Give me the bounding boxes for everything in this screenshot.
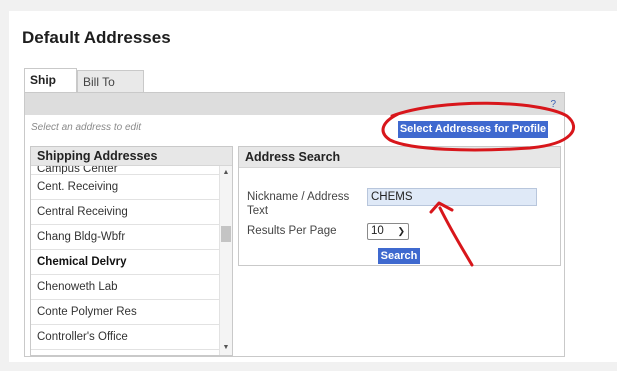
search-button[interactable]: Search — [378, 248, 420, 264]
list-item[interactable]: Campus Center — [31, 166, 219, 175]
tab-bill-to[interactable]: Bill To — [77, 70, 144, 92]
results-per-page-select[interactable]: 10 ❯ — [367, 223, 409, 240]
address-search-panel: Address Search Nickname / Address Text R… — [238, 146, 561, 266]
shipping-address-list[interactable]: Campus Center Cent. Receiving Central Re… — [31, 166, 219, 350]
list-item[interactable]: Chang Bldg-Wbfr — [31, 225, 219, 250]
nickname-input[interactable] — [367, 188, 537, 206]
scroll-down-arrow-icon[interactable]: ▼ — [220, 343, 232, 353]
list-item[interactable]: Chemical Delvry — [31, 250, 219, 275]
shipping-addresses-panel: Shipping Addresses Campus Center Cent. R… — [30, 146, 233, 356]
list-item[interactable]: Chenoweth Lab — [31, 275, 219, 300]
toolbar-strip: ? — [25, 93, 564, 115]
list-item[interactable]: Cent. Receiving — [31, 175, 219, 200]
nickname-label: Nickname / Address Text — [247, 191, 350, 217]
scroll-up-arrow-icon[interactable]: ▲ — [220, 168, 232, 178]
list-item[interactable]: Controller's Office — [31, 325, 219, 350]
shipping-addresses-header: Shipping Addresses — [31, 147, 232, 166]
results-per-page-value: 10 — [371, 225, 384, 237]
list-item[interactable]: Conte Polymer Res — [31, 300, 219, 325]
list-item[interactable]: Central Receiving — [31, 200, 219, 225]
ship-to-frame: ? Select an address to edit Select Addre… — [24, 92, 565, 357]
select-addresses-for-profile-button[interactable]: Select Addresses for Profile — [398, 121, 548, 138]
address-search-header: Address Search — [239, 147, 560, 168]
chevron-down-icon: ❯ — [397, 226, 405, 236]
list-scrollbar[interactable]: ▲ ▼ — [219, 166, 232, 355]
tab-ship-to[interactable]: Ship To — [24, 68, 77, 109]
help-link[interactable]: ? — [550, 99, 556, 110]
select-address-hint: Select an address to edit — [31, 122, 142, 133]
page-title: Default Addresses — [22, 28, 171, 47]
scroll-thumb[interactable] — [221, 226, 231, 242]
results-per-page-label: Results Per Page — [247, 225, 337, 237]
